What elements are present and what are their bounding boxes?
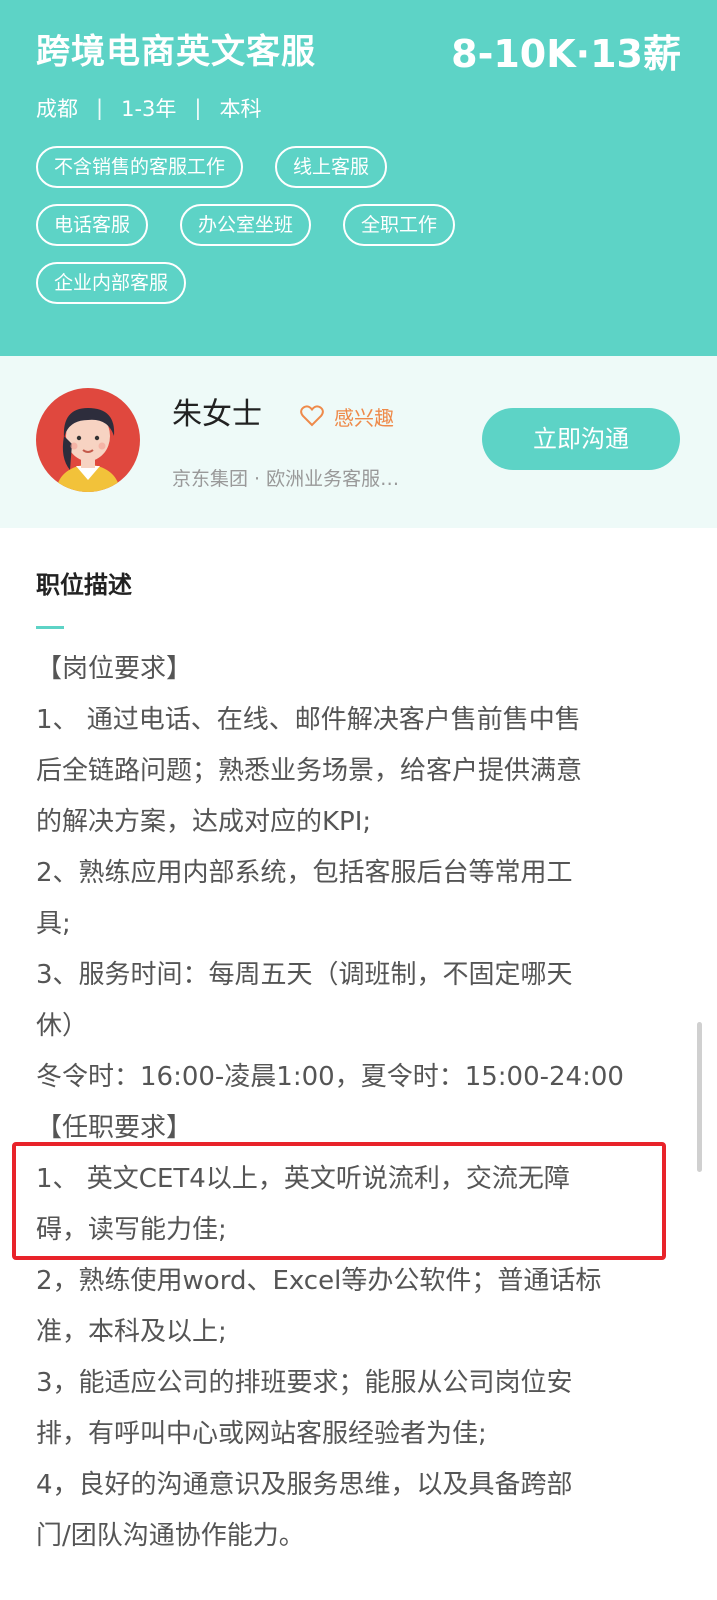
job-tag: 电话客服 bbox=[36, 204, 149, 246]
job-tag: 线上客服 bbox=[275, 146, 388, 188]
avatar[interactable] bbox=[36, 388, 140, 492]
meta-separator: | bbox=[96, 96, 104, 120]
recruiter-name: 朱女士 bbox=[172, 397, 262, 432]
job-description: 【岗位要求】 1、 通过电话、在线、邮件解决客户售前售中售 后全链路问题；熟悉业… bbox=[36, 644, 676, 1562]
description-line: 休） bbox=[36, 1011, 89, 1041]
highlight-annotation-box bbox=[12, 1142, 666, 1260]
scrollbar[interactable] bbox=[697, 1022, 702, 1172]
interest-label: 感兴趣 bbox=[334, 405, 394, 430]
job-education: 本科 bbox=[219, 97, 262, 121]
meta-separator: | bbox=[194, 96, 202, 120]
recruiter-company: 京东集团 · 欧洲业务客服… bbox=[172, 468, 400, 490]
description-line: 冬令时：16:00-凌晨1:00，夏令时：15:00-24:00 bbox=[36, 1062, 624, 1092]
description-line: 4，良好的沟通意识及服务思维，以及具备跨部 bbox=[36, 1470, 573, 1500]
description-line: 门/团队沟通协作能力。 bbox=[36, 1521, 305, 1551]
description-line: 1、 通过电话、在线、邮件解决客户售前售中售 bbox=[36, 705, 581, 735]
job-tags: 不含销售的客服工作 线上客服 电话客服 办公室坐班 全职工作 企业内部客服 bbox=[36, 146, 516, 304]
description-line: 【岗位要求】 bbox=[36, 654, 193, 684]
description-line: 具; bbox=[36, 909, 71, 939]
recruiter-card: 朱女士 感兴趣 京东集团 · 欧洲业务客服… 立即沟通 bbox=[0, 356, 717, 528]
job-tag: 办公室坐班 bbox=[180, 204, 312, 246]
description-line: 后全链路问题；熟悉业务场景，给客户提供满意 bbox=[36, 756, 583, 786]
section-title: 职位描述 bbox=[36, 571, 132, 599]
description-line: 3、服务时间：每周五天（调班制，不固定哪天 bbox=[36, 960, 573, 990]
job-meta-row: 成都 | 1-3年 | 本科 bbox=[36, 92, 261, 124]
description-line: 排，有呼叫中心或网站客服经验者为佳; bbox=[36, 1419, 487, 1449]
job-header: 跨境电商英文客服 8-10K·13薪 成都 | 1-3年 | 本科 不含销售的客… bbox=[0, 0, 717, 356]
chat-now-button[interactable]: 立即沟通 bbox=[482, 408, 680, 470]
job-tag: 全职工作 bbox=[343, 204, 456, 246]
job-title: 跨境电商英文客服 bbox=[36, 32, 316, 72]
description-line: 的解决方案，达成对应的KPI; bbox=[36, 807, 372, 837]
description-line: 2，熟练使用word、Excel等办公软件；普通话标 bbox=[36, 1266, 602, 1296]
title-underline bbox=[36, 626, 64, 629]
job-tag: 不含销售的客服工作 bbox=[36, 146, 244, 188]
description-line: 准，本科及以上; bbox=[36, 1317, 227, 1347]
job-tag: 企业内部客服 bbox=[36, 262, 187, 304]
description-line: 2、熟练应用内部系统，包括客服后台等常用工 bbox=[36, 858, 573, 888]
description-line: 3，能适应公司的排班要求；能服从公司岗位安 bbox=[36, 1368, 573, 1398]
job-experience: 1-3年 bbox=[121, 97, 177, 121]
heart-outline-icon bbox=[300, 405, 324, 427]
interest-button[interactable]: 感兴趣 bbox=[300, 401, 394, 431]
job-detail-page: 跨境电商英文客服 8-10K·13薪 成都 | 1-3年 | 本科 不含销售的客… bbox=[0, 0, 717, 1600]
job-salary: 8-10K·13薪 bbox=[451, 32, 681, 76]
job-city: 成都 bbox=[36, 97, 78, 121]
